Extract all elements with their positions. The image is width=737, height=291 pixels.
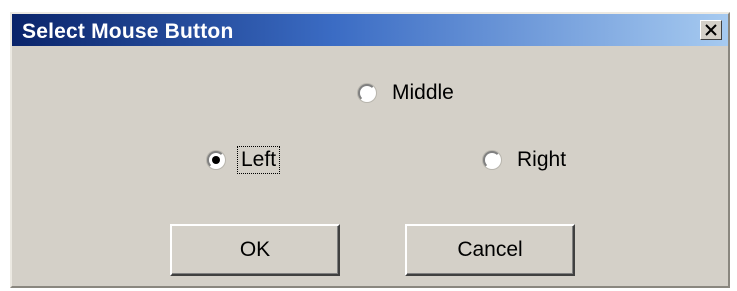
close-icon [705, 24, 717, 36]
radio-right[interactable]: Right [483, 147, 569, 173]
radio-left-label[interactable]: Left [236, 146, 281, 174]
select-mouse-button-dialog: Select Mouse Button Middle Left Right OK… [10, 12, 730, 288]
radio-right-label[interactable]: Right [514, 147, 569, 173]
cancel-button[interactable]: Cancel [405, 224, 575, 276]
radio-middle-label[interactable]: Middle [389, 80, 457, 106]
radio-middle-circle[interactable] [358, 84, 376, 102]
radio-left[interactable]: Left [207, 146, 281, 174]
radio-left-circle[interactable] [207, 151, 225, 169]
title-bar[interactable]: Select Mouse Button [12, 14, 728, 46]
close-button[interactable] [700, 20, 722, 40]
radio-selected-dot [212, 156, 220, 164]
radio-middle[interactable]: Middle [358, 80, 457, 106]
radio-right-circle[interactable] [483, 151, 501, 169]
ok-button[interactable]: OK [170, 224, 340, 276]
dialog-title: Select Mouse Button [22, 20, 234, 43]
